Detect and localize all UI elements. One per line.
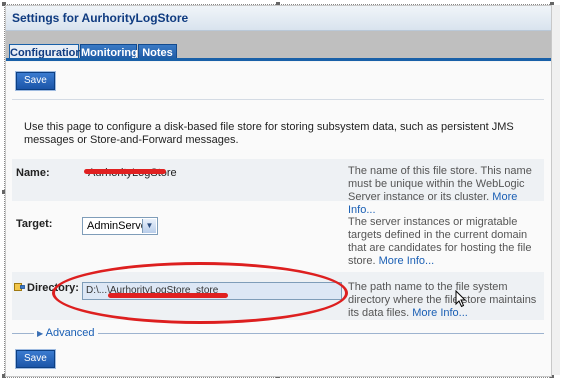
- directory-more-info-link[interactable]: More Info...: [412, 307, 468, 319]
- page-title: Settings for AurhorityLogStore: [12, 11, 189, 25]
- divider: [12, 99, 544, 100]
- directory-help: The path name to the file system directo…: [348, 281, 538, 320]
- advanced-toggle[interactable]: ▶ Advanced: [34, 327, 98, 339]
- expand-triangle-icon: ▶: [37, 329, 44, 338]
- redaction-mark: [84, 169, 166, 174]
- intro-text: Use this page to configure a disk-based …: [24, 121, 514, 146]
- name-row: Name: AurhorityLogStore The name of this…: [12, 159, 544, 216]
- title-bar: Settings for AurhorityLogStore: [6, 6, 551, 31]
- dropdown-arrow-icon[interactable]: ▼: [142, 219, 156, 233]
- key-icon: [14, 283, 25, 291]
- target-label: Target:: [16, 218, 53, 230]
- save-button-top[interactable]: Save: [16, 72, 55, 90]
- target-row: Target: AdminServer ▼ The server instanc…: [12, 210, 544, 267]
- target-help: The server instances or migratable targe…: [348, 216, 538, 268]
- target-more-info-link[interactable]: More Info...: [379, 255, 435, 267]
- advanced-label: Advanced: [45, 327, 95, 339]
- name-label: Name:: [16, 167, 50, 179]
- redaction-mark: [108, 293, 228, 298]
- tab-strip: Configuration Monitoring Notes: [6, 31, 551, 61]
- content-area: Save Use this page to configure a disk-b…: [6, 62, 551, 376]
- mouse-cursor-icon: [455, 290, 467, 308]
- save-button-bottom[interactable]: Save: [16, 350, 55, 368]
- target-help-text: The server instances or migratable targe…: [348, 216, 532, 267]
- directory-label: Directory:: [27, 282, 79, 294]
- settings-panel: Settings for AurhorityLogStore Configura…: [5, 5, 552, 377]
- target-select[interactable]: AdminServer ▼: [82, 217, 158, 235]
- tab-underline: [6, 58, 551, 61]
